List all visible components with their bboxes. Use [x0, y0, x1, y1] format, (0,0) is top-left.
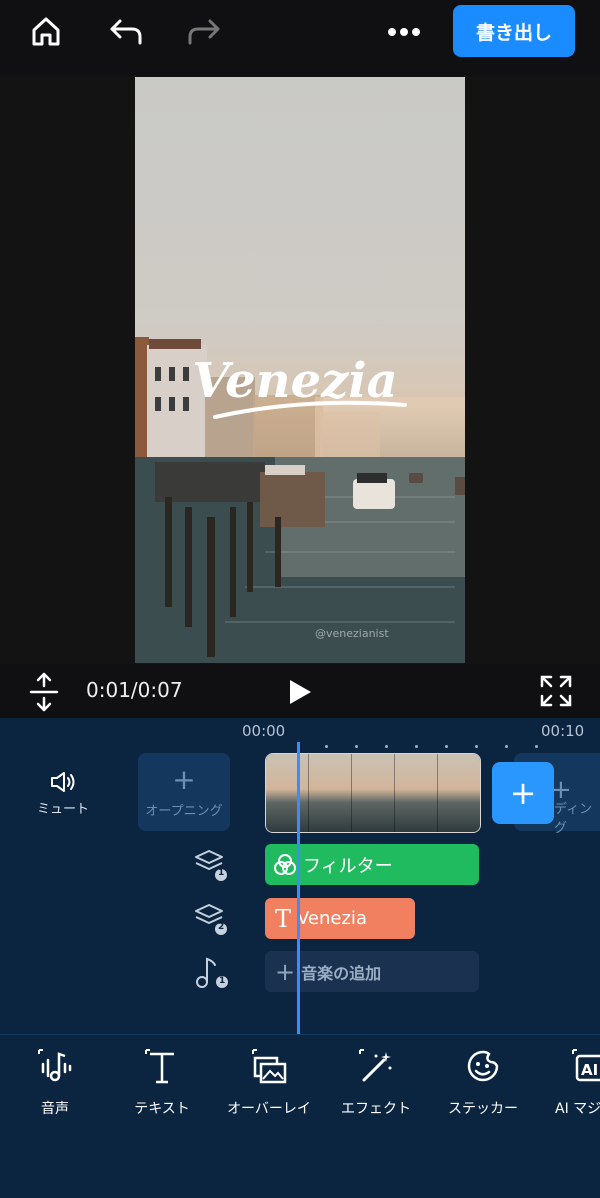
undo-icon[interactable]: [106, 12, 146, 52]
tool-label: エフェクト: [341, 1101, 411, 1117]
text-track-label: Venezia: [297, 908, 367, 929]
resize-vertical-icon[interactable]: [24, 670, 64, 714]
home-icon[interactable]: [26, 12, 66, 52]
venezia-title-graphic: Venezia: [192, 353, 407, 419]
text-icon: [145, 1049, 174, 1084]
music-badge: 1: [219, 976, 226, 986]
filter-label: フィルター: [303, 855, 393, 877]
tick-label-start: 00:00: [242, 722, 286, 740]
tool-overlay[interactable]: オーバーレイ: [214, 1046, 324, 1118]
ruler-tick: [475, 745, 478, 748]
clip-thumbnail: [352, 754, 395, 832]
ai-icon: AI: [572, 1049, 600, 1082]
playhead[interactable]: [297, 742, 300, 1034]
add-opening-button[interactable]: + オープニング: [138, 753, 230, 831]
clip-thumbnail: [395, 754, 438, 832]
tool-ai[interactable]: AI AI マジ: [535, 1046, 600, 1118]
tick-label-end: 00:10: [541, 722, 585, 740]
music-label: 音楽の追加: [301, 963, 382, 983]
video-preview[interactable]: Venezia @venezianist: [135, 77, 465, 663]
tool-label: テキスト: [134, 1101, 190, 1117]
layer-2-badge: 2: [218, 922, 225, 932]
mute-label: ミュート: [36, 802, 89, 817]
watermark-text: @venezianist: [315, 627, 389, 640]
text-track-icon: T: [275, 904, 292, 933]
music-note-icon[interactable]: 1: [193, 955, 229, 991]
svg-text:AI: AI: [581, 1061, 598, 1079]
ruler-tick: [415, 745, 418, 748]
ruler-tick: [325, 745, 328, 748]
clip-thumbnail: [309, 754, 352, 832]
tool-audio[interactable]: 音声: [0, 1046, 110, 1118]
plus-icon: +: [275, 957, 296, 986]
tool-label: 音声: [41, 1101, 69, 1117]
export-button[interactable]: 書き出し: [453, 5, 575, 57]
audio-icon: [38, 1049, 72, 1082]
ruler-tick: [505, 745, 508, 748]
fullscreen-icon[interactable]: [536, 670, 576, 712]
mute-button[interactable]: ミュート: [28, 770, 98, 817]
redo-icon[interactable]: [184, 12, 224, 52]
ruler-tick: [535, 745, 538, 748]
plus-icon: +: [172, 762, 196, 796]
tool-label: ステッカー: [448, 1101, 518, 1117]
effect-icon: [359, 1049, 392, 1082]
filter-icon: [274, 853, 296, 875]
plus-icon: +: [509, 774, 537, 812]
layer-2-icon[interactable]: 2: [193, 902, 229, 936]
layer-1-icon[interactable]: 1: [193, 848, 229, 882]
text-track[interactable]: T Venezia: [265, 898, 415, 939]
layer-1-badge: 1: [218, 868, 225, 878]
add-clip-button[interactable]: +: [492, 762, 554, 824]
play-icon[interactable]: [282, 674, 318, 710]
tool-sticker[interactable]: ステッカー: [428, 1046, 538, 1118]
tool-label: AI マジ: [555, 1101, 600, 1117]
ruler-tick: [445, 745, 448, 748]
overlay-icon: [252, 1049, 287, 1084]
clip-thumbnail: [266, 754, 309, 832]
tool-effect[interactable]: エフェクト: [321, 1046, 431, 1118]
more-options-icon[interactable]: [384, 12, 424, 52]
ruler-tick: [385, 745, 388, 748]
tool-text[interactable]: テキスト: [107, 1046, 217, 1118]
speaker-icon: [51, 772, 75, 792]
clip-thumbnail: [438, 754, 480, 832]
svg-text:Venezia: Venezia: [192, 353, 397, 409]
tool-label: オーバーレイ: [227, 1101, 311, 1117]
opening-label: オープニング: [145, 803, 223, 819]
sticker-icon: [467, 1050, 499, 1082]
ruler-tick: [355, 745, 358, 748]
time-readout: 0:01/0:07: [86, 678, 183, 702]
ending-label: ディング: [554, 802, 593, 836]
